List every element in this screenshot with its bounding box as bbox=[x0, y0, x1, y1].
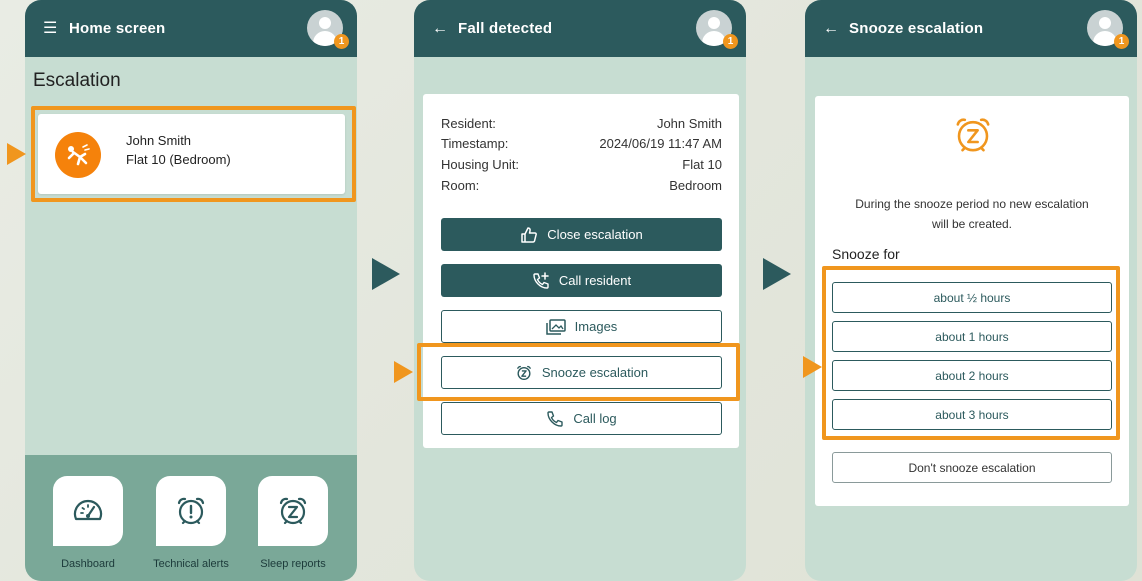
images-button[interactable]: Images bbox=[441, 310, 722, 343]
dont-snooze-button[interactable]: Don't snooze escalation bbox=[832, 452, 1112, 483]
detail-value: 2024/06/19 11:47 AM bbox=[599, 136, 722, 151]
detail-row: Timestamp: 2024/06/19 11:47 AM bbox=[441, 136, 722, 156]
detail-row: Resident: John Smith bbox=[441, 116, 722, 136]
arrow-left-icon[interactable]: ← bbox=[432, 20, 458, 37]
home-screen-phone: ☰ Home screen 1 Escalation John Smith Fl… bbox=[25, 0, 357, 581]
alarm-snooze-icon bbox=[279, 497, 307, 525]
phone-icon bbox=[546, 410, 564, 428]
call-log-label: Call log bbox=[573, 411, 617, 426]
header-title: Snooze escalation bbox=[849, 20, 984, 37]
detail-row: Housing Unit: Flat 10 bbox=[441, 157, 722, 177]
pointer-arrow-icon bbox=[394, 361, 413, 383]
alarm-exclamation-icon bbox=[177, 497, 205, 525]
gauge-icon bbox=[73, 499, 103, 521]
section-title: Escalation bbox=[33, 70, 121, 91]
arrow-left-icon[interactable]: ← bbox=[823, 20, 849, 37]
snooze-description: During the snooze period no new escalati… bbox=[855, 197, 1089, 231]
pointer-arrow-icon bbox=[803, 356, 822, 378]
alarm-snooze-icon bbox=[956, 118, 990, 152]
notification-badge: 1 bbox=[1114, 34, 1129, 49]
call-resident-label: Call resident bbox=[558, 273, 632, 288]
snooze-card: During the snooze period no new escalati… bbox=[815, 96, 1129, 506]
detail-row: Room: Bedroom bbox=[441, 178, 722, 198]
detail-value: Bedroom bbox=[669, 178, 722, 193]
flow-arrow-icon bbox=[763, 258, 791, 290]
detail-label: Room: bbox=[441, 178, 480, 193]
nav-technical-alerts-label: Technical alerts bbox=[153, 558, 229, 570]
resident-location: Flat 10 (Bedroom) bbox=[126, 152, 231, 167]
bottom-navigation: Dashboard Technical alerts Sleep reports bbox=[25, 455, 357, 581]
nav-sleep-reports-label: Sleep reports bbox=[260, 558, 326, 570]
detail-label: Housing Unit: bbox=[441, 157, 520, 172]
phone-plus-icon bbox=[532, 271, 550, 290]
detail-value: Flat 10 bbox=[682, 157, 722, 172]
notification-badge: 1 bbox=[723, 34, 738, 49]
nav-dashboard-label: Dashboard bbox=[61, 558, 115, 570]
notification-badge: 1 bbox=[334, 34, 349, 49]
person-falling-icon bbox=[55, 132, 101, 178]
close-escalation-button[interactable]: Close escalation bbox=[441, 218, 722, 251]
flow-arrow-icon bbox=[372, 258, 400, 290]
images-icon bbox=[545, 318, 566, 335]
snooze-escalation-phone: ← Snooze escalation 1 During the snooze … bbox=[805, 0, 1137, 581]
snooze-option-1-hour[interactable]: about 1 hours bbox=[832, 321, 1112, 352]
detail-label: Resident: bbox=[441, 116, 496, 131]
escalation-card[interactable]: John Smith Flat 10 (Bedroom) bbox=[38, 114, 345, 194]
snooze-option-2-hours[interactable]: about 2 hours bbox=[832, 360, 1112, 391]
snooze-escalation-button[interactable]: Snooze escalation bbox=[441, 356, 722, 389]
header-title: Fall detected bbox=[458, 20, 553, 37]
detail-label: Timestamp: bbox=[441, 136, 509, 151]
alarm-snooze-icon bbox=[515, 364, 533, 382]
fall-detected-phone: ← Fall detected 1 Resident: John Smith T… bbox=[414, 0, 746, 581]
images-label: Images bbox=[574, 319, 618, 334]
nav-technical-alerts[interactable]: Technical alerts bbox=[153, 476, 229, 570]
snooze-escalation-label: Snooze escalation bbox=[541, 365, 649, 380]
detail-value: John Smith bbox=[656, 116, 722, 131]
call-log-button[interactable]: Call log bbox=[441, 402, 722, 435]
pointer-arrow-icon bbox=[7, 143, 26, 165]
hamburger-icon[interactable]: ☰ bbox=[43, 20, 69, 37]
snooze-option-3-hours[interactable]: about 3 hours bbox=[832, 399, 1112, 430]
snooze-option-half-hour[interactable]: about ½ hours bbox=[832, 282, 1112, 313]
resident-name: John Smith bbox=[126, 133, 192, 148]
header-title: Home screen bbox=[69, 20, 166, 37]
thumbs-up-icon bbox=[520, 226, 538, 244]
nav-sleep-reports[interactable]: Sleep reports bbox=[258, 476, 328, 570]
snooze-for-label: Snooze for bbox=[832, 246, 900, 262]
nav-dashboard[interactable]: Dashboard bbox=[53, 476, 123, 570]
close-escalation-label: Close escalation bbox=[547, 227, 643, 242]
escalation-detail-card: Resident: John Smith Timestamp: 2024/06/… bbox=[423, 94, 739, 448]
call-resident-button[interactable]: Call resident bbox=[441, 264, 722, 297]
